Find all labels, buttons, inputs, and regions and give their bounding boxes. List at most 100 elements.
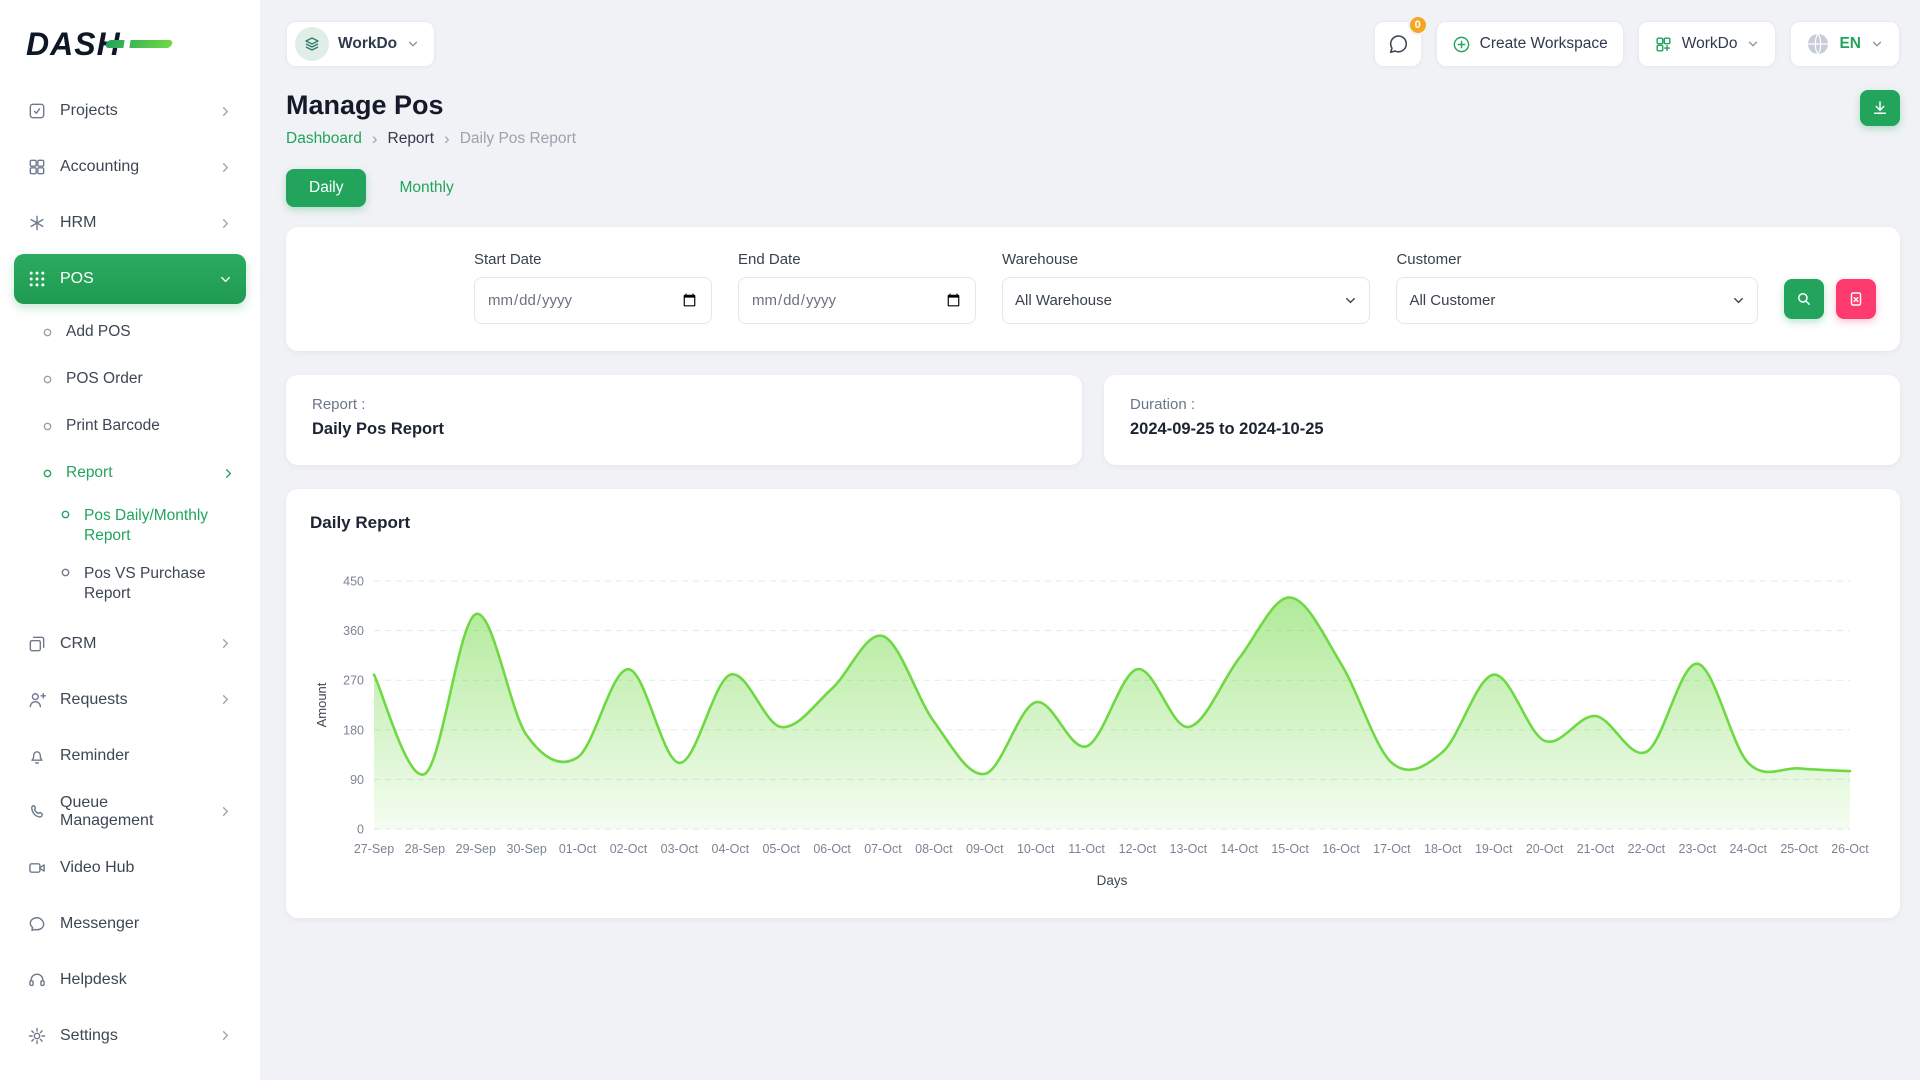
svg-text:11-Oct: 11-Oct <box>1068 842 1105 856</box>
end-date-field: End Date <box>738 251 976 324</box>
sidebar-item-label: Projects <box>60 102 205 120</box>
svg-text:01-Oct: 01-Oct <box>559 842 597 856</box>
chevron-right-icon <box>218 160 233 175</box>
sidebar-item-hrm[interactable]: HRM <box>14 198 246 248</box>
tab-monthly[interactable]: Monthly <box>376 169 476 207</box>
daily-report-chart: 09018027036045027-Sep28-Sep29-Sep30-Sep0… <box>310 563 1876 898</box>
helpdesk-icon <box>27 970 47 990</box>
reminder-icon <box>27 746 47 766</box>
svg-text:360: 360 <box>343 624 364 638</box>
chart-title: Daily Report <box>310 513 1876 533</box>
bullet-icon <box>60 567 71 578</box>
sidebar-item-queue-management[interactable]: Queue Management <box>14 787 246 837</box>
topbar-actions: 0 Create Workspace WorkDo <box>1374 21 1900 67</box>
svg-text:04-Oct: 04-Oct <box>712 842 750 856</box>
svg-text:21-Oct: 21-Oct <box>1577 842 1615 856</box>
tab-daily[interactable]: Daily <box>286 169 366 207</box>
svg-text:23-Oct: 23-Oct <box>1679 842 1717 856</box>
start-date-label: Start Date <box>474 251 712 268</box>
page-header: Manage Pos Dashboard › Report › Daily Po… <box>286 90 1900 149</box>
sidebar-item-pos[interactable]: POS <box>14 254 246 304</box>
download-icon <box>1871 99 1889 117</box>
svg-text:08-Oct: 08-Oct <box>915 842 953 856</box>
warehouse-select[interactable]: All Warehouse <box>1002 277 1370 324</box>
sidebar-item-requests[interactable]: Requests <box>14 675 246 725</box>
sidebar-item-print-barcode[interactable]: Print Barcode <box>14 404 246 448</box>
svg-text:25-Oct: 25-Oct <box>1780 842 1818 856</box>
workspace-menu-button[interactable]: WorkDo <box>1638 21 1777 67</box>
sidebar-item-label: Print Barcode <box>66 417 236 435</box>
svg-text:20-Oct: 20-Oct <box>1526 842 1564 856</box>
sidebar-item-pos-vs-purchase-report[interactable]: Pos VS Purchase Report <box>14 556 246 612</box>
sidebar-item-crm[interactable]: CRM <box>14 619 246 669</box>
svg-text:Days: Days <box>1097 873 1128 888</box>
chevron-right-icon <box>218 104 233 119</box>
workspace-switcher-button[interactable]: WorkDo <box>286 21 435 67</box>
report-summary-card: Report : Daily Pos Report <box>286 375 1082 465</box>
customer-field: Customer All Customer <box>1396 251 1758 324</box>
create-workspace-button[interactable]: Create Workspace <box>1436 21 1624 67</box>
svg-text:06-Oct: 06-Oct <box>813 842 851 856</box>
svg-text:450: 450 <box>343 575 364 589</box>
svg-text:09-Oct: 09-Oct <box>966 842 1004 856</box>
svg-text:29-Sep: 29-Sep <box>456 842 496 856</box>
bullet-icon <box>42 468 53 479</box>
filter-card: Start Date End Date Warehouse All Wareho… <box>286 227 1900 351</box>
sidebar-item-label: Report <box>66 464 208 482</box>
sidebar-group-report: Pos Daily/Monthly ReportPos VS Purchase … <box>14 498 246 613</box>
sidebar-item-pos-daily-monthly-report[interactable]: Pos Daily/Monthly Report <box>14 498 246 554</box>
svg-text:18-Oct: 18-Oct <box>1424 842 1462 856</box>
grid-icon <box>1654 35 1673 54</box>
end-date-input[interactable] <box>738 277 976 324</box>
svg-text:19-Oct: 19-Oct <box>1475 842 1513 856</box>
sidebar-item-settings[interactable]: Settings <box>14 1011 246 1061</box>
sidebar-item-label: HRM <box>60 214 205 232</box>
sidebar-item-projects[interactable]: Projects <box>14 86 246 136</box>
sidebar-item-label: CRM <box>60 635 205 653</box>
breadcrumb-report[interactable]: Report <box>388 130 435 148</box>
download-button[interactable] <box>1860 90 1900 126</box>
requests-icon <box>27 690 47 710</box>
report-label: Report : <box>312 396 1056 413</box>
sidebar: DASH Projects Accounting HRM POS Add POSPOS … <box>0 0 260 1080</box>
sidebar-item-label: Accounting <box>60 158 205 176</box>
svg-text:24-Oct: 24-Oct <box>1729 842 1767 856</box>
sidebar-item-accounting[interactable]: Accounting <box>14 142 246 192</box>
language-button[interactable]: EN <box>1790 21 1900 67</box>
sidebar-item-reminder[interactable]: Reminder <box>14 731 246 781</box>
svg-text:180: 180 <box>343 723 364 737</box>
sidebar-item-add-pos[interactable]: Add POS <box>14 310 246 354</box>
chevron-down-icon <box>1746 37 1760 51</box>
settings-icon <box>27 1026 47 1046</box>
messenger-icon <box>27 914 47 934</box>
customer-label: Customer <box>1396 251 1758 268</box>
warehouse-label: Warehouse <box>1002 251 1370 268</box>
breadcrumb-dashboard[interactable]: Dashboard <box>286 130 362 148</box>
sidebar-item-label: POS <box>60 270 205 288</box>
customer-select[interactable]: All Customer <box>1396 277 1758 324</box>
sidebar-item-report[interactable]: Report <box>14 451 246 495</box>
duration-label: Duration : <box>1130 396 1874 413</box>
svg-text:28-Sep: 28-Sep <box>405 842 445 856</box>
chevron-right-icon <box>218 216 233 231</box>
sidebar-item-label: Video Hub <box>60 859 233 877</box>
svg-text:27-Sep: 27-Sep <box>354 842 394 856</box>
svg-text:17-Oct: 17-Oct <box>1373 842 1411 856</box>
globe-icon <box>1806 32 1830 56</box>
sidebar-item-helpdesk[interactable]: Helpdesk <box>14 955 246 1005</box>
chevron-right-icon <box>218 692 233 707</box>
sidebar-item-video-hub[interactable]: Video Hub <box>14 843 246 893</box>
svg-text:22-Oct: 22-Oct <box>1628 842 1666 856</box>
app-logo: DASH <box>14 20 246 64</box>
messages-button[interactable]: 0 <box>1374 21 1422 67</box>
sidebar-item-label: Settings <box>60 1027 205 1045</box>
workspace-switcher-label: WorkDo <box>338 35 397 53</box>
sidebar-item-messenger[interactable]: Messenger <box>14 899 246 949</box>
sidebar-item-pos-order[interactable]: POS Order <box>14 357 246 401</box>
search-button[interactable] <box>1784 279 1824 319</box>
chevron-down-icon <box>406 37 420 51</box>
start-date-input[interactable] <box>474 277 712 324</box>
hrm-icon <box>27 213 47 233</box>
reset-button[interactable] <box>1836 279 1876 319</box>
filter-form: Start Date End Date Warehouse All Wareho… <box>474 251 1876 324</box>
